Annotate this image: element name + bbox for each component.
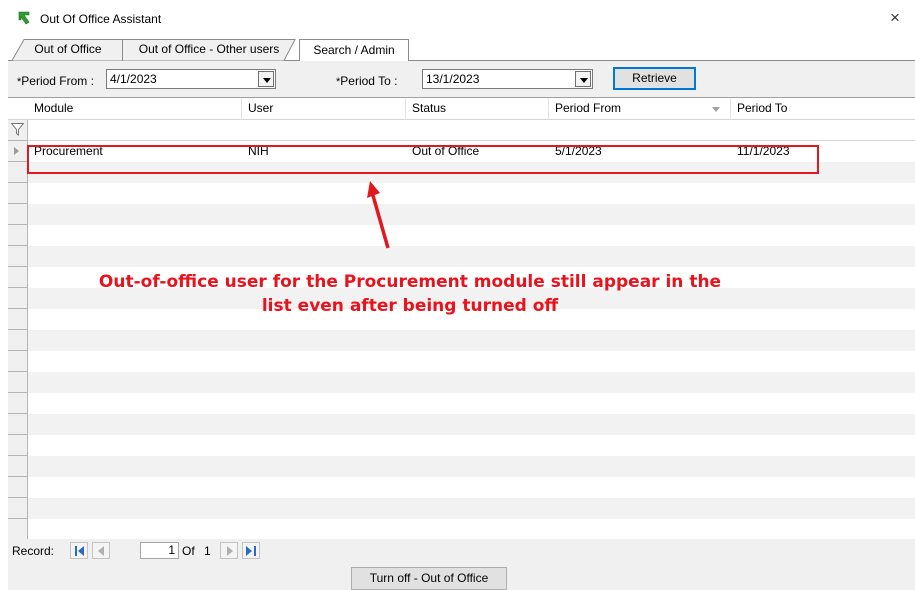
previous-record-button[interactable] [92, 542, 110, 559]
total-pages: 1 [204, 544, 211, 558]
row-indicator[interactable] [8, 456, 28, 477]
current-row-indicator[interactable] [8, 141, 28, 162]
column-header-period-from[interactable]: Period From [549, 98, 731, 120]
page-number-input[interactable]: 1 [140, 542, 179, 559]
annotation-line-1: Out-of-office user for the Procurement m… [98, 272, 722, 292]
period-from-value: 4/1/2023 [110, 72, 157, 86]
previous-icon [98, 546, 104, 556]
filter-row[interactable] [28, 120, 915, 141]
filter-icon[interactable] [11, 123, 24, 136]
column-header-user[interactable]: User [242, 98, 406, 120]
period-from-field[interactable]: 4/1/2023 [106, 69, 276, 89]
empty-row [28, 330, 915, 351]
filter-bar: *Period From : 4/1/2023 *Period To : 13/… [8, 61, 915, 97]
row-indicator[interactable] [8, 477, 28, 498]
grid-header: Module User Status Period From Period To [8, 98, 915, 120]
last-record-button[interactable] [242, 542, 260, 559]
chevron-down-icon[interactable] [575, 71, 591, 87]
empty-row [28, 519, 915, 539]
last-page-icon [246, 546, 256, 556]
app-icon [18, 11, 30, 25]
annotation-arrow [367, 181, 390, 249]
tab-out-of-office-other-users[interactable]: Out of Office - Other users [122, 39, 296, 61]
row-indicator[interactable] [8, 498, 28, 519]
tab-out-of-office[interactable]: Out of Office [12, 39, 124, 61]
next-icon [227, 546, 233, 556]
empty-row [28, 414, 915, 435]
column-header-label: Period From [555, 101, 622, 115]
label-text: Period From : [21, 74, 94, 88]
chevron-down-icon[interactable] [258, 71, 274, 87]
close-icon[interactable]: × [883, 6, 907, 30]
row-indicator[interactable] [8, 204, 28, 225]
row-pointer-icon [14, 147, 19, 155]
row-indicator[interactable] [8, 435, 28, 456]
filter-row-indicator[interactable] [8, 120, 28, 141]
empty-row [28, 246, 915, 267]
row-indicator[interactable] [8, 288, 28, 309]
row-indicator[interactable] [8, 414, 28, 435]
column-header-status[interactable]: Status [406, 98, 549, 120]
retrieve-button[interactable]: Retrieve [613, 67, 696, 90]
tab-strip: Out of Office Out of Office - Other user… [8, 39, 915, 62]
period-from-label: *Period From : [17, 74, 94, 88]
tab-label: Out of Office - Other users [138, 42, 280, 56]
first-page-icon [75, 546, 84, 556]
label-text: Period To : [340, 74, 398, 88]
row-indicator[interactable] [8, 393, 28, 414]
empty-row [28, 372, 915, 393]
window-title: Out Of Office Assistant [40, 12, 162, 26]
row-indicator[interactable] [8, 372, 28, 393]
annotation-text: Out-of-office user for the Procurement m… [60, 270, 760, 318]
empty-row [28, 498, 915, 519]
search-admin-panel: *Period From : 4/1/2023 *Period To : 13/… [8, 61, 915, 590]
empty-row [28, 225, 915, 246]
period-to-label: *Period To : [336, 74, 397, 88]
of-label: Of [182, 544, 195, 558]
record-navigator: Record: 1 Of 1 [8, 539, 915, 562]
empty-row [28, 393, 915, 414]
empty-row [28, 183, 915, 204]
row-indicator[interactable] [8, 309, 28, 330]
turn-off-out-of-office-button[interactable]: Turn off - Out of Office [351, 567, 507, 590]
tab-label: Out of Office [34, 42, 102, 56]
next-record-button[interactable] [220, 542, 238, 559]
tab-label: Search / Admin [313, 43, 395, 57]
row-indicator[interactable] [8, 330, 28, 351]
row-indicator-column [8, 98, 28, 539]
row-indicator[interactable] [8, 246, 28, 267]
empty-row [28, 456, 915, 477]
row-indicator[interactable] [8, 162, 28, 183]
row-indicator[interactable] [8, 225, 28, 246]
row-indicator[interactable] [8, 183, 28, 204]
record-label: Record: [12, 544, 55, 558]
column-header-module[interactable]: Module [28, 98, 242, 120]
title-bar: Out Of Office Assistant × [0, 0, 915, 38]
tab-search-admin[interactable]: Search / Admin [299, 39, 409, 62]
sort-descending-icon [712, 107, 720, 112]
empty-row [28, 435, 915, 456]
first-record-button[interactable] [70, 542, 88, 559]
period-to-field[interactable]: 13/1/2023 [422, 69, 593, 89]
empty-row [28, 204, 915, 225]
annotation-line-2: list even after being turned off [261, 296, 559, 316]
row-indicator[interactable] [8, 351, 28, 372]
row-indicator[interactable] [8, 267, 28, 288]
annotation-highlight-box [27, 145, 819, 174]
period-to-value: 13/1/2023 [426, 72, 480, 86]
empty-row [28, 477, 915, 498]
column-header-period-to[interactable]: Period To [731, 98, 915, 120]
empty-row [28, 351, 915, 372]
